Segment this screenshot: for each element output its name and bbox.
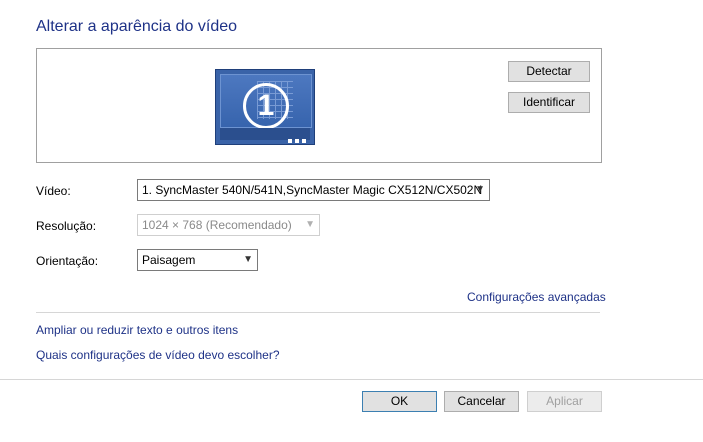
orientation-label: Orientação: bbox=[36, 254, 99, 268]
orientation-select[interactable]: Paisagem ▼ bbox=[137, 249, 258, 271]
chevron-down-icon: ▼ bbox=[243, 254, 253, 265]
cancel-button[interactable]: Cancelar bbox=[444, 391, 519, 412]
footer-divider bbox=[0, 379, 703, 380]
apply-button: Aplicar bbox=[527, 391, 602, 412]
resolution-select: 1024 × 768 (Recomendado) ▼ bbox=[137, 214, 320, 236]
chevron-down-icon: ▼ bbox=[475, 184, 485, 195]
identify-button[interactable]: Identificar bbox=[508, 92, 590, 113]
resolution-select-value: 1024 × 768 (Recomendado) bbox=[142, 218, 292, 232]
detect-button[interactable]: Detectar bbox=[508, 61, 590, 82]
monitor-icon[interactable]: 1 bbox=[215, 69, 315, 145]
display-settings-help-link[interactable]: Quais configurações de vídeo devo escolh… bbox=[36, 348, 280, 362]
resolution-label: Resolução: bbox=[36, 219, 97, 233]
display-preview-panel: 1 Detectar Identificar bbox=[36, 48, 602, 163]
video-label: Vídeo: bbox=[36, 184, 71, 198]
video-select[interactable]: 1. SyncMaster 540N/541N,SyncMaster Magic… bbox=[137, 179, 490, 201]
text-size-link[interactable]: Ampliar ou reduzir texto e outros itens bbox=[36, 323, 238, 337]
monitor-screen: 1 bbox=[220, 74, 312, 129]
divider bbox=[36, 312, 600, 313]
orientation-select-value: Paisagem bbox=[142, 253, 196, 267]
video-select-value: 1. SyncMaster 540N/541N,SyncMaster Magic… bbox=[142, 183, 483, 197]
page-title: Alterar a aparência do vídeo bbox=[36, 18, 238, 35]
advanced-settings-link[interactable]: Configurações avançadas bbox=[467, 290, 606, 304]
ok-button[interactable]: OK bbox=[362, 391, 437, 412]
monitor-dots-icon bbox=[285, 132, 306, 146]
monitor-number-badge: 1 bbox=[243, 83, 289, 129]
chevron-down-icon: ▼ bbox=[305, 219, 315, 230]
